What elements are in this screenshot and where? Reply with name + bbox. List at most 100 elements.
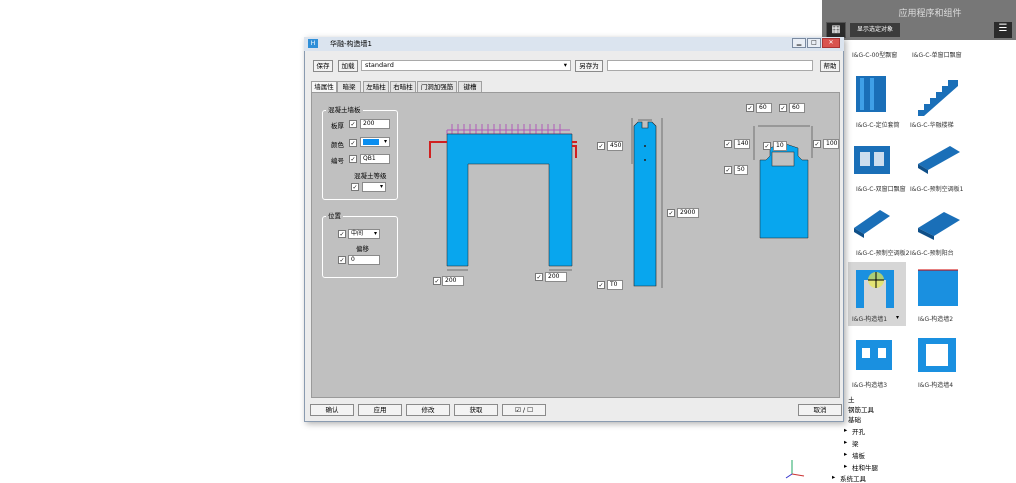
catalog-thumb-balcony[interactable] [914, 202, 964, 242]
tree-item[interactable]: 基础 [848, 414, 861, 424]
catalog-thumb-wall-1[interactable] [852, 266, 898, 310]
color-select[interactable]: ▾ [360, 137, 390, 147]
tree-item[interactable]: 系统工具 [840, 473, 866, 483]
expand-icon[interactable]: ▸ [844, 438, 847, 446]
key-right-input[interactable]: 60 [789, 103, 805, 113]
key-50-input[interactable]: 50 [734, 165, 748, 175]
save-as-button[interactable]: 另存为 [575, 60, 603, 72]
show-selected-button[interactable]: 显示选定对象 [850, 23, 900, 37]
catalog-item-label[interactable]: I&G-构造墙1 [852, 314, 887, 323]
tree-item[interactable]: 土 [848, 394, 855, 404]
catalog-thumb-wall-2[interactable] [914, 266, 960, 310]
apply-button[interactable]: 应用 [358, 404, 402, 416]
catalog-thumb-sleeve[interactable] [852, 72, 892, 116]
modify-button[interactable]: 修改 [406, 404, 450, 416]
left-leg-input[interactable]: 200 [442, 276, 464, 286]
load-button[interactable]: 加载 [338, 60, 358, 72]
number-checkbox[interactable]: ✓ [349, 155, 357, 163]
thickness-input[interactable]: 200 [360, 119, 390, 129]
bottom-checkbox[interactable]: ✓ [597, 281, 605, 289]
grade-select[interactable]: ▾ [362, 182, 386, 192]
number-label: 编号 [331, 157, 344, 165]
position-checkbox[interactable]: ✓ [338, 230, 346, 238]
tree-item[interactable]: 开孔 [852, 426, 865, 436]
help-button[interactable]: 帮助 [820, 60, 840, 72]
catalog-item-label[interactable]: I&G-C-00型飘窗 [852, 50, 897, 59]
cancel-button[interactable]: 取消 [798, 404, 842, 416]
key-50-checkbox[interactable]: ✓ [724, 166, 732, 174]
key-10-input[interactable]: 10 [773, 141, 787, 151]
tree-item[interactable]: 钢筋工具 [848, 404, 874, 414]
offset-input[interactable]: 0 [348, 255, 380, 265]
minimize-button[interactable]: ▁ [792, 38, 806, 48]
close-button[interactable]: ✕ [822, 38, 840, 48]
dropdown-arrow-icon[interactable]: ▾ [896, 314, 899, 321]
offset-checkbox[interactable]: ✓ [338, 256, 346, 264]
catalog-row: I&G-C-00型飘窗 I&G-C-单窗口飘窗 [840, 50, 1010, 62]
key-140-checkbox[interactable]: ✓ [724, 140, 732, 148]
ok-button[interactable]: 确认 [310, 404, 354, 416]
position-value: 中间 [351, 230, 364, 237]
expand-icon[interactable]: ▸ [844, 426, 847, 434]
catalog-thumb-wall-3[interactable] [852, 334, 896, 374]
tab-keyway[interactable]: 键槽 [458, 81, 482, 92]
right-leg-checkbox[interactable]: ✓ [535, 273, 543, 281]
grade-checkbox[interactable]: ✓ [351, 183, 359, 191]
catalog-item-label[interactable]: I&G-C-预制阳台 [910, 248, 954, 257]
tab-wall-props[interactable]: 墙属性 [311, 81, 337, 92]
expand-icon[interactable]: ▸ [844, 462, 847, 470]
catalog-thumb-ac-board-2[interactable] [852, 202, 892, 242]
catalog-item-label[interactable]: I&G-C-定位套筒 [856, 120, 900, 129]
tree-item[interactable]: 柱和牛腿 [852, 462, 878, 472]
catalog-thumb-ac-board-1[interactable] [914, 140, 964, 180]
tab-right-column[interactable]: 右暗柱 [390, 81, 416, 92]
key-140-input[interactable]: 140 [734, 139, 750, 149]
menu-icon[interactable]: ☰ [994, 22, 1012, 38]
left-leg-checkbox[interactable]: ✓ [433, 277, 441, 285]
bottom-input[interactable]: T0 [607, 280, 623, 290]
save-as-name-input[interactable] [607, 60, 813, 71]
dialog-titlebar[interactable] [304, 37, 844, 51]
catalog-item-label[interactable]: I&G-C-单窗口飘窗 [912, 50, 962, 59]
thickness-checkbox[interactable]: ✓ [349, 120, 357, 128]
key-100-checkbox[interactable]: ✓ [813, 140, 821, 148]
tab-hidden-beam[interactable]: 暗梁 [337, 81, 361, 92]
key-right-checkbox[interactable]: ✓ [779, 104, 787, 112]
catalog-item-label[interactable]: I&G-构造墙2 [918, 314, 953, 323]
top-height-checkbox[interactable]: ✓ [597, 142, 605, 150]
expand-icon[interactable]: ▸ [844, 450, 847, 458]
group-label-position: 位置 [326, 210, 343, 220]
catalog-item-label[interactable]: I&G-C-双窗口飘窗 [856, 184, 906, 193]
total-height-input[interactable]: 2900 [677, 208, 699, 218]
color-checkbox[interactable]: ✓ [349, 139, 357, 147]
save-button[interactable]: 保存 [313, 60, 333, 72]
catalog-thumb-double-bay[interactable] [852, 140, 892, 180]
get-button[interactable]: 获取 [454, 404, 498, 416]
bay-window-thumbnail-icon [854, 146, 890, 174]
catalog-item-label[interactable]: I&G-C-华融楼梯 [910, 120, 954, 129]
wall-thumbnail-icon [856, 270, 894, 308]
tab-left-column[interactable]: 左暗柱 [363, 81, 389, 92]
catalog-item-label[interactable]: I&G-构造墙4 [918, 380, 953, 389]
position-select[interactable]: 中间 ▾ [348, 229, 380, 239]
tree-item[interactable]: 墙板 [852, 450, 865, 460]
catalog-item-label[interactable]: I&G-C-预制空调板1 [910, 184, 963, 193]
grid-view-icon[interactable]: ▦ [826, 22, 846, 38]
toggle-all-button[interactable]: ☑ / ☐ [502, 404, 546, 416]
top-height-input[interactable]: 450 [607, 141, 623, 151]
preset-select[interactable]: standard ▾ [361, 60, 571, 71]
catalog-item-label[interactable]: I&G-构造墙3 [852, 380, 887, 389]
catalog-thumb-stairs[interactable] [914, 72, 964, 116]
key-10-checkbox[interactable]: ✓ [763, 142, 771, 150]
key-100-input[interactable]: 100 [823, 139, 839, 149]
key-left-checkbox[interactable]: ✓ [746, 104, 754, 112]
right-leg-input[interactable]: 200 [545, 272, 567, 282]
total-height-checkbox[interactable]: ✓ [667, 209, 675, 217]
number-input[interactable]: QB1 [360, 154, 390, 164]
key-left-input[interactable]: 60 [756, 103, 772, 113]
maximize-button[interactable]: □ [807, 38, 821, 48]
catalog-thumb-wall-4[interactable] [914, 334, 960, 374]
catalog-item-label[interactable]: I&G-C-预制空调板2 [856, 248, 909, 257]
tab-door-rebar[interactable]: 门洞加强筋 [417, 81, 457, 92]
tree-item[interactable]: 梁 [852, 438, 859, 448]
